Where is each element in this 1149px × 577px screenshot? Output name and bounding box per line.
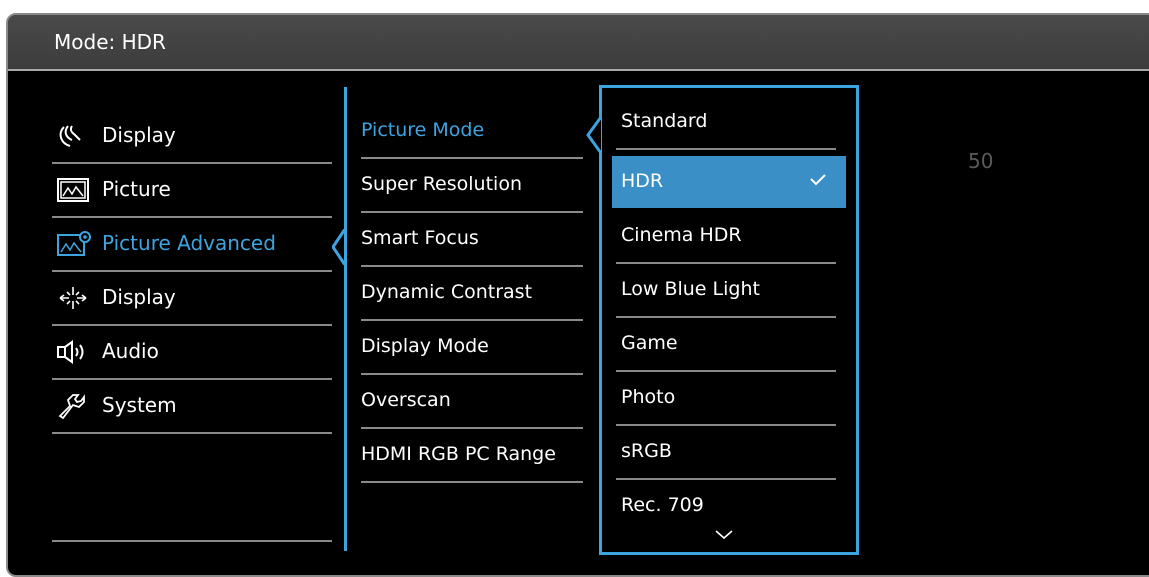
wrench-icon (58, 394, 85, 419)
title-bar: Mode: HDR (8, 15, 1149, 71)
osd-menu: Mode: HDR Display Picture Picture Advanc… (6, 13, 1149, 577)
checkmark-icon (810, 174, 826, 186)
option-standard[interactable]: Standard (616, 96, 836, 150)
submenu-item-display-mode[interactable]: Display Mode (361, 321, 583, 375)
option-game[interactable]: Game (616, 318, 836, 372)
menu-item-empty (52, 434, 332, 542)
picture-advanced-icon (57, 231, 91, 256)
option-cinema-hdr[interactable]: Cinema HDR (616, 210, 836, 264)
menu-item-picture-advanced[interactable]: Picture Advanced (52, 218, 332, 272)
options-pointer-icon (586, 117, 602, 153)
menu-item-audio[interactable]: Audio (52, 326, 332, 380)
option-srgb[interactable]: sRGB (616, 426, 836, 480)
submenu-item-super-resolution[interactable]: Super Resolution (361, 159, 583, 213)
menu-item-display-input[interactable]: Display (52, 110, 332, 164)
scroll-down-chevron-icon[interactable] (714, 528, 734, 542)
picture-mode-options: Standard HDR Cinema HDR Low Blue Light G… (599, 85, 859, 555)
submenu-item-picture-mode[interactable]: Picture Mode (361, 105, 583, 159)
display-sparkle-icon (59, 287, 87, 309)
setting-value: 50 (968, 149, 994, 173)
menu-item-system[interactable]: System (52, 380, 332, 434)
option-hdr[interactable]: HDR (612, 156, 846, 208)
main-menu: Display Picture Picture Advanced Display… (52, 110, 332, 542)
submenu-item-dynamic-contrast[interactable]: Dynamic Contrast (361, 267, 583, 321)
submenu-item-hdmi-rgb-pc-range[interactable]: HDMI RGB PC Range (361, 429, 583, 483)
submenu-item-overscan[interactable]: Overscan (361, 375, 583, 429)
menu-item-picture[interactable]: Picture (52, 164, 332, 218)
option-low-blue-light[interactable]: Low Blue Light (616, 264, 836, 318)
submenu-item-smart-focus[interactable]: Smart Focus (361, 213, 583, 267)
option-rec-709[interactable]: Rec. 709 (616, 480, 836, 532)
option-photo[interactable]: Photo (616, 372, 836, 426)
speaker-icon (57, 340, 84, 364)
picture-icon (57, 178, 89, 202)
submenu-divider (344, 87, 347, 551)
menu-item-display-settings[interactable]: Display (52, 272, 332, 326)
submenu: Picture Mode Super Resolution Smart Focu… (361, 105, 583, 483)
display-input-icon (59, 125, 81, 147)
mode-title: Mode: HDR (54, 30, 166, 54)
